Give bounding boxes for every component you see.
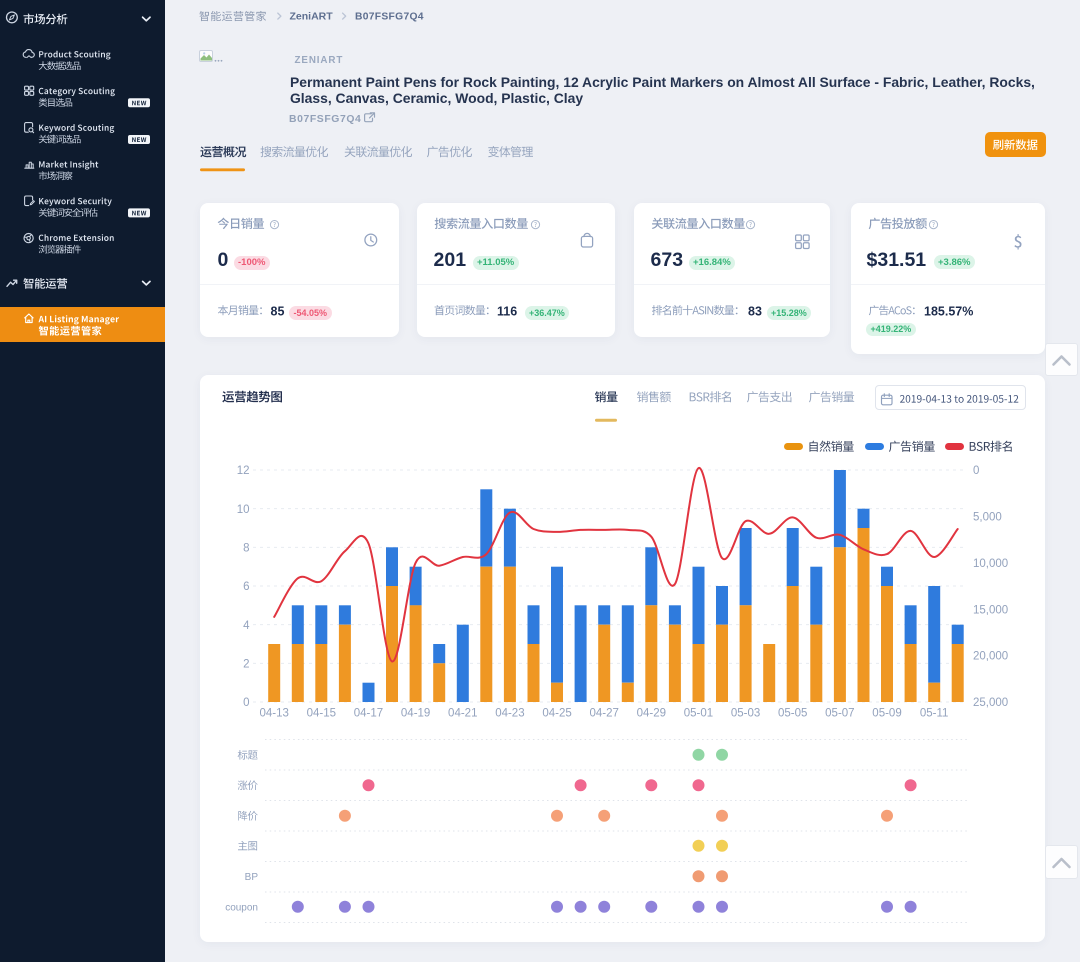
svg-text:185.57%: 185.57%	[924, 304, 973, 318]
svg-text:25,000: 25,000	[973, 697, 1008, 709]
svg-text:0: 0	[218, 249, 229, 271]
svg-text:85: 85	[271, 304, 285, 318]
svg-text:10,000: 10,000	[973, 558, 1008, 570]
svg-text:04-19: 04-19	[401, 708, 430, 720]
svg-text:20,000: 20,000	[973, 651, 1008, 663]
svg-text:04-23: 04-23	[495, 708, 524, 720]
svg-text:0: 0	[243, 697, 249, 709]
svg-text:04-25: 04-25	[542, 708, 571, 720]
svg-text:05-01: 05-01	[684, 708, 713, 720]
svg-text:BP: BP	[245, 872, 259, 883]
svg-text:05-09: 05-09	[872, 708, 901, 720]
svg-text:04-17: 04-17	[354, 708, 383, 720]
svg-text:8: 8	[243, 542, 249, 554]
svg-text:5,000: 5,000	[973, 512, 1002, 524]
svg-text:coupon: coupon	[225, 902, 258, 913]
svg-text:04-27: 04-27	[589, 708, 618, 720]
svg-text:6: 6	[243, 581, 249, 593]
svg-text:10: 10	[237, 504, 250, 516]
svg-text:4: 4	[243, 620, 250, 632]
svg-text:05-03: 05-03	[731, 708, 760, 720]
svg-text:0: 0	[973, 465, 979, 477]
svg-text:04-29: 04-29	[637, 708, 666, 720]
svg-text:05-11: 05-11	[920, 708, 949, 720]
svg-text:B07FSFG7Q4: B07FSFG7Q4	[289, 114, 361, 125]
svg-text:ZENIART: ZENIART	[295, 55, 344, 66]
svg-text:201: 201	[434, 249, 467, 271]
svg-text:673: 673	[651, 249, 684, 271]
svg-text:04-21: 04-21	[448, 708, 477, 720]
svg-text:05-07: 05-07	[825, 708, 854, 720]
svg-text:05-05: 05-05	[778, 708, 807, 720]
svg-text:2: 2	[243, 658, 249, 670]
svg-text:116: 116	[497, 304, 517, 318]
svg-text:04-13: 04-13	[259, 708, 288, 720]
svg-text:B07FSFG7Q4: B07FSFG7Q4	[355, 11, 424, 22]
svg-text:15,000: 15,000	[973, 604, 1008, 616]
svg-text:$31.51: $31.51	[867, 249, 927, 271]
svg-text:ZeniART: ZeniART	[290, 10, 334, 22]
svg-text:83: 83	[748, 304, 762, 318]
svg-text:12: 12	[237, 465, 250, 477]
svg-text:04-15: 04-15	[307, 708, 336, 720]
